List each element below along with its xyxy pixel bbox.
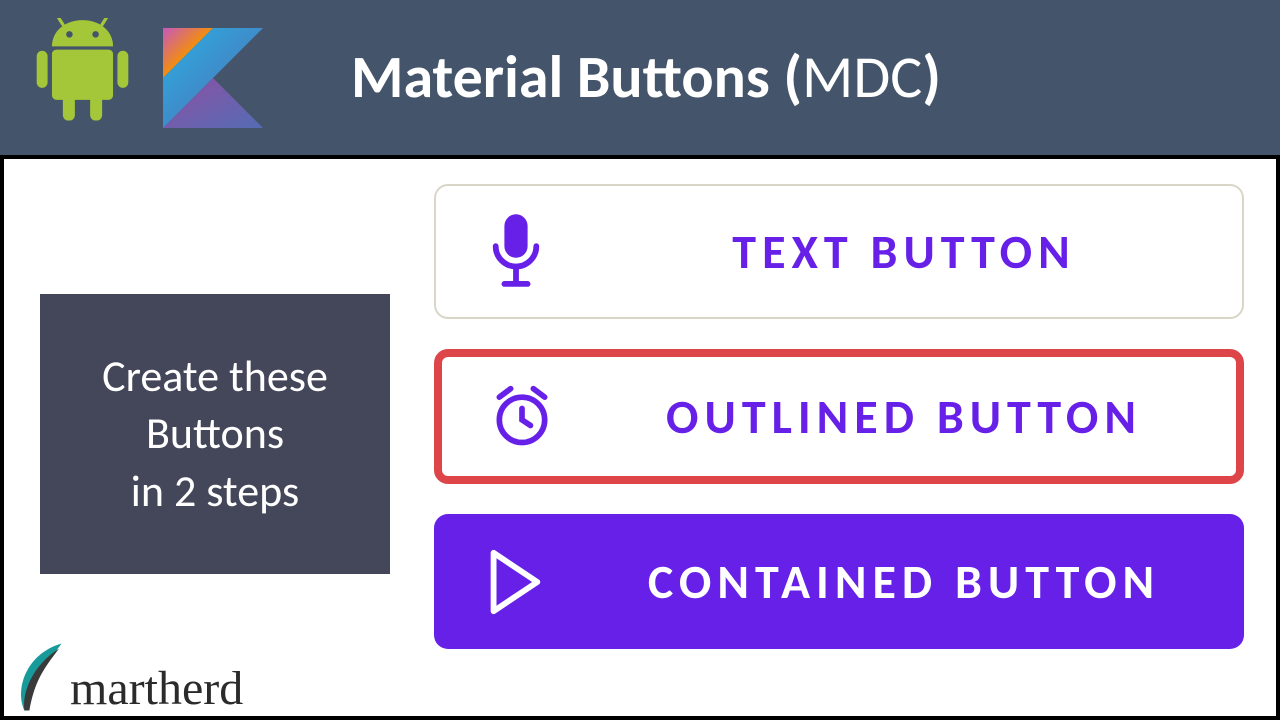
text-button-label: TEXT BUTTON bbox=[606, 222, 1202, 281]
brand-logo: martherd bbox=[12, 638, 243, 716]
play-icon bbox=[474, 547, 554, 617]
page-title: Material Buttons (MDC) bbox=[351, 41, 941, 114]
title-sub: MDC bbox=[802, 41, 922, 114]
brand-text: martherd bbox=[70, 661, 243, 716]
buttons-column: TEXT BUTTON OUTLINED BUTTON CONTAINED BU… bbox=[434, 184, 1244, 649]
content-area: Create these Buttons in 2 steps TEXT BUT… bbox=[0, 155, 1280, 720]
microphone-icon bbox=[476, 211, 556, 293]
subtitle-box: Create these Buttons in 2 steps bbox=[40, 294, 390, 574]
header-bar: Material Buttons (MDC) bbox=[0, 0, 1280, 155]
android-icon bbox=[30, 18, 135, 138]
brand-logo-icon bbox=[12, 638, 74, 716]
outlined-button[interactable]: OUTLINED BUTTON bbox=[434, 349, 1244, 484]
title-paren-open: ( bbox=[783, 41, 802, 114]
title-main: Material Buttons bbox=[351, 41, 783, 114]
alarm-icon bbox=[482, 383, 562, 451]
kotlin-icon bbox=[163, 28, 263, 128]
text-button[interactable]: TEXT BUTTON bbox=[434, 184, 1244, 319]
outlined-button-label: OUTLINED BUTTON bbox=[612, 387, 1196, 446]
title-paren-close: ) bbox=[922, 41, 941, 114]
contained-button-label: CONTAINED BUTTON bbox=[604, 552, 1204, 611]
subtitle-text: Create these Buttons in 2 steps bbox=[102, 348, 328, 520]
contained-button[interactable]: CONTAINED BUTTON bbox=[434, 514, 1244, 649]
